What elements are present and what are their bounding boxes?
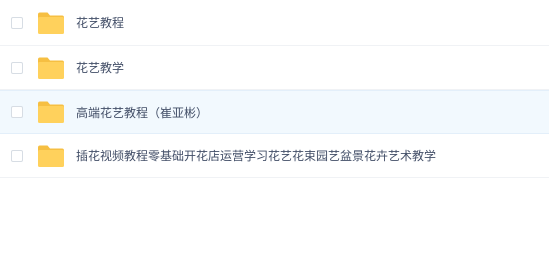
list-item[interactable]: 花艺教程: [0, 0, 549, 46]
file-name[interactable]: 插花视频教程零基础开花店运营学习花艺花束园艺盆景花卉艺术教学: [76, 147, 436, 164]
row-checkbox[interactable]: [11, 16, 23, 29]
file-name[interactable]: 花艺教程: [76, 14, 124, 31]
row-checkbox[interactable]: [11, 149, 23, 162]
list-item[interactable]: 花艺教学: [0, 46, 549, 90]
folder-icon: [38, 12, 64, 34]
file-name[interactable]: 花艺教学: [76, 59, 124, 76]
row-checkbox[interactable]: [11, 106, 23, 118]
file-name[interactable]: 高端花艺教程（崔亚彬）: [76, 104, 208, 121]
folder-icon: [38, 57, 64, 79]
folder-icon: [38, 101, 64, 123]
folder-icon: [38, 145, 64, 167]
row-checkbox[interactable]: [11, 61, 23, 74]
list-item[interactable]: 高端花艺教程（崔亚彬）: [0, 90, 549, 134]
file-list: 花艺教程 花艺教学 高端花艺教程（崔亚彬） 插花视频教程零基础开花店运营学习花艺…: [0, 0, 549, 178]
list-item[interactable]: 插花视频教程零基础开花店运营学习花艺花束园艺盆景花卉艺术教学: [0, 134, 549, 178]
